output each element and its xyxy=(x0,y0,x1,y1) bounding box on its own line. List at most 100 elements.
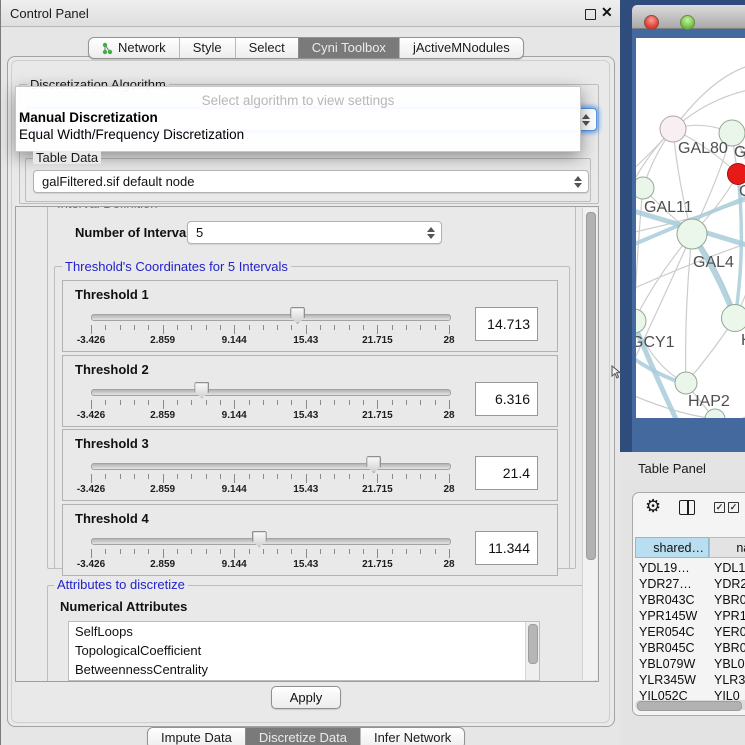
table-data-combobox[interactable]: galFiltered.sif default node xyxy=(33,170,589,193)
network-node[interactable] xyxy=(722,305,745,332)
algorithm-option[interactable]: Equal Width/Frequency Discretization xyxy=(19,127,244,142)
cyni-mode-tabs: Impute DataDiscretize DataInfer Network xyxy=(147,727,465,745)
table-cell[interactable]: YER054C xyxy=(639,624,707,640)
tick-mark xyxy=(435,474,436,479)
tick-mark xyxy=(392,549,393,554)
threshold-slider-track[interactable] xyxy=(91,389,451,396)
minimize-traffic-light-icon[interactable] xyxy=(662,15,675,28)
table-cell[interactable]: YLR3 xyxy=(714,672,745,688)
tick-label: -3.426 xyxy=(77,559,105,570)
tab-style[interactable]: Style xyxy=(179,38,235,58)
tick-label: 28 xyxy=(443,559,454,570)
attribute-list-item[interactable]: BetweennessCentrality xyxy=(69,660,539,679)
settings-scrollpane: Interval Definition Number of Intervals … xyxy=(15,206,599,682)
tab-impute-data[interactable]: Impute Data xyxy=(148,728,245,745)
network-node-label: HAP2 xyxy=(688,393,730,410)
tick-mark xyxy=(249,549,250,554)
threshold-value-field[interactable]: 21.4 xyxy=(475,456,538,490)
slider-thumb[interactable] xyxy=(194,382,209,399)
threshold-panel: Threshold 3-3.4262.8599.14415.4321.71528… xyxy=(62,429,558,501)
threshold-value-field[interactable]: 11.344 xyxy=(475,531,538,565)
tick-mark xyxy=(263,549,264,554)
tick-mark xyxy=(120,474,121,479)
tick-mark xyxy=(234,549,235,558)
tick-mark xyxy=(406,400,407,405)
network-icon xyxy=(102,42,113,55)
columns-icon[interactable] xyxy=(679,500,695,515)
tick-mark xyxy=(363,325,364,330)
tab-cyni-toolbox[interactable]: Cyni Toolbox xyxy=(298,38,399,58)
table-cell[interactable]: YPR145W xyxy=(639,608,707,624)
tick-mark xyxy=(177,325,178,330)
table-cell[interactable]: YBL079W xyxy=(639,656,707,672)
table-data-value: galFiltered.sif default node xyxy=(42,174,194,189)
slider-thumb[interactable] xyxy=(290,307,305,324)
tab-label: Cyni Toolbox xyxy=(312,38,386,58)
numerical-attributes-list[interactable]: SelfLoopsTopologicalCoefficientBetweenne… xyxy=(68,621,540,681)
number-of-intervals-combobox[interactable]: 5 xyxy=(187,221,442,244)
close-traffic-light-icon[interactable] xyxy=(644,15,659,30)
tab-jactivemnodules[interactable]: jActiveMNodules xyxy=(399,38,523,58)
table-cell[interactable]: YBL0 xyxy=(714,656,745,672)
table-cell[interactable]: YLR345W xyxy=(639,672,707,688)
tick-mark xyxy=(363,474,364,479)
tab-infer-network[interactable]: Infer Network xyxy=(360,728,464,745)
table-horizontal-scrollbar[interactable] xyxy=(635,700,745,710)
apply-button[interactable]: Apply xyxy=(271,686,341,709)
settings-scrollbar[interactable] xyxy=(582,208,597,680)
table-cell[interactable]: YBR045C xyxy=(639,640,707,656)
algorithm-placeholder: Select algorithm to view settings xyxy=(16,93,580,108)
network-node[interactable] xyxy=(677,219,707,249)
tick-mark xyxy=(234,325,235,334)
tab-select[interactable]: Select xyxy=(235,38,298,58)
close-icon[interactable]: ✕ xyxy=(601,4,613,21)
threshold-value-field[interactable]: 14.713 xyxy=(475,307,538,341)
column-header[interactable]: name xyxy=(709,537,745,558)
table-cell[interactable]: YDR2 xyxy=(714,576,745,592)
column-header[interactable]: shared… xyxy=(635,537,709,558)
table-cell[interactable]: YBR0 xyxy=(714,640,745,656)
table-cell[interactable]: YPR1 xyxy=(714,608,745,624)
checkbox-icon[interactable]: ✓ xyxy=(728,502,739,513)
tab-discretize-data[interactable]: Discretize Data xyxy=(245,728,360,745)
network-canvas[interactable]: GAL80GACGAL11GAL4GCY1HHAP2 xyxy=(636,38,745,418)
table-cell[interactable]: YBR043C xyxy=(639,592,707,608)
network-node[interactable] xyxy=(636,309,646,333)
table-cell[interactable]: YDR27… xyxy=(639,576,707,592)
table-cell[interactable]: YBR0 xyxy=(714,592,745,608)
algorithm-option[interactable]: Manual Discretization xyxy=(19,110,158,125)
network-node[interactable] xyxy=(636,177,654,199)
slider-thumb[interactable] xyxy=(366,456,381,473)
tick-mark xyxy=(206,549,207,554)
tick-mark xyxy=(320,325,321,330)
tick-mark xyxy=(105,400,106,405)
attribute-list-item[interactable]: SelfLoops xyxy=(69,622,539,641)
table-cell[interactable]: YDL19… xyxy=(639,560,707,576)
network-node[interactable] xyxy=(660,116,686,142)
algorithm-dropdown-popup: Select algorithm to view settings Manual… xyxy=(15,86,581,152)
slider-thumb[interactable] xyxy=(252,531,267,548)
threshold-slider-track[interactable] xyxy=(91,538,451,545)
threshold-value-field[interactable]: 6.316 xyxy=(475,382,538,416)
tick-mark xyxy=(220,474,221,479)
scrollbar-thumb[interactable] xyxy=(586,212,596,560)
network-node[interactable] xyxy=(675,372,697,394)
mouse-cursor-icon xyxy=(611,365,621,379)
threshold-slider-track[interactable] xyxy=(91,463,451,470)
scrollbar-thumb[interactable] xyxy=(637,701,742,711)
tick-mark xyxy=(291,474,292,479)
tick-mark xyxy=(148,549,149,554)
threshold-slider-track[interactable] xyxy=(91,314,451,321)
table-cell[interactable]: YDL1 xyxy=(714,560,745,576)
tick-mark xyxy=(249,325,250,330)
list-scrollbar[interactable] xyxy=(525,622,539,680)
gear-icon[interactable]: ⚙ xyxy=(645,496,661,517)
network-node[interactable] xyxy=(728,164,745,185)
table-cell[interactable]: YER0 xyxy=(714,624,745,640)
float-window-icon[interactable] xyxy=(585,9,596,20)
threshold-panel: Threshold 2-3.4262.8599.14415.4321.71528… xyxy=(62,355,558,427)
tab-network[interactable]: Network xyxy=(89,38,179,58)
attribute-list-item[interactable]: TopologicalCoefficient xyxy=(69,641,539,660)
zoom-traffic-light-icon[interactable] xyxy=(680,15,695,30)
checkbox-icon[interactable]: ✓ xyxy=(714,502,725,513)
